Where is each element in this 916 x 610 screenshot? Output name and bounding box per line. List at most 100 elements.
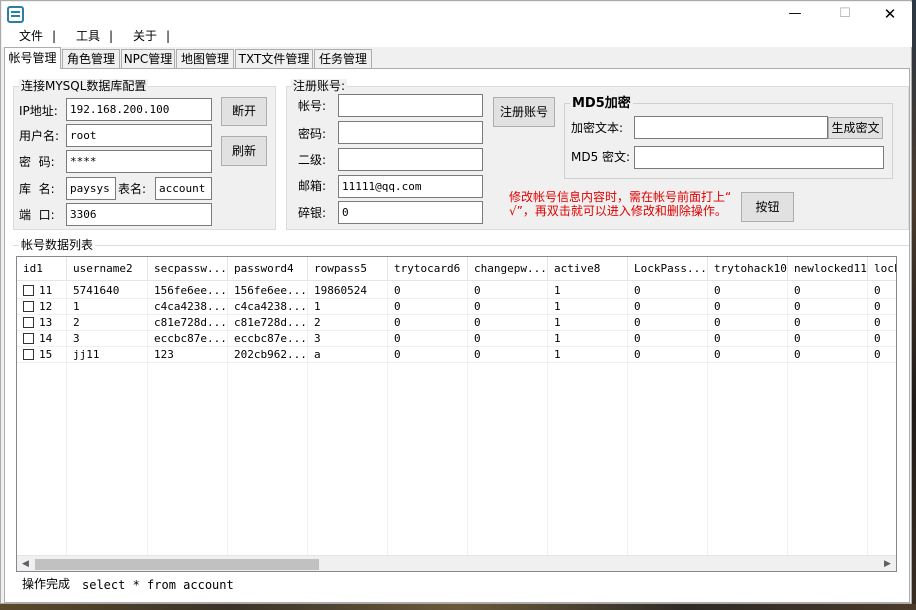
status-bar: 操作完成 select * from account (16, 574, 897, 594)
table-cell: 1 (73, 300, 80, 313)
desktop-background-bottom (0, 604, 916, 610)
table-cell: 0 (874, 348, 881, 361)
table-cell: 3 (314, 332, 321, 345)
table-cell: 0 (634, 300, 641, 313)
column-header[interactable]: secpassw... (148, 257, 228, 281)
pass-input[interactable]: **** (66, 150, 212, 173)
password-input[interactable] (338, 121, 483, 144)
hint-text-line1: 修改帐号信息内容时，需在帐号前面打上“ (509, 190, 732, 204)
column-header[interactable]: trytohack10 (708, 257, 788, 281)
table-cell: 0 (794, 284, 801, 297)
menu-separator: | (166, 29, 171, 43)
table-cell: 0 (714, 284, 721, 297)
table-cell: 5741640 (73, 284, 120, 297)
account-data-grid[interactable]: id1 username2 secpassw... password4 rowpass5… (16, 256, 897, 572)
table-cell: 156fe6ee... (234, 284, 307, 297)
table-label: 表名: (118, 182, 147, 196)
tab-task[interactable]: 任务管理 (314, 49, 372, 69)
column-header[interactable]: lock (868, 257, 896, 281)
menu-about[interactable]: 关于 (133, 28, 157, 45)
column-header[interactable]: username2 (67, 257, 148, 281)
menu-bar: 文件 | 工具 | 关于 | (2, 26, 912, 47)
ip-input[interactable]: 192.168.200.100 (66, 98, 212, 121)
table-cell: 0 (394, 348, 401, 361)
hint-text-line2: √”，再双击就可以进入修改和删除操作。 (509, 204, 727, 218)
scroll-thumb[interactable] (35, 559, 319, 570)
table-cell: 14 (39, 332, 53, 345)
tab-npc[interactable]: NPC管理 (121, 49, 175, 69)
column-header[interactable]: rowpass5 (308, 257, 388, 281)
account-input[interactable] (338, 94, 483, 117)
email-input[interactable]: 11111@qq.com (338, 175, 483, 198)
silver-input[interactable]: 0 (338, 201, 483, 224)
table-cell: 0 (714, 316, 721, 329)
table-cell: 0 (874, 332, 881, 345)
close-button[interactable]: ✕ (867, 2, 913, 26)
horizontal-scrollbar[interactable]: ◀ ▶ (17, 555, 896, 571)
column-header[interactable]: newlocked11 (788, 257, 868, 281)
column-header[interactable]: password4 (228, 257, 308, 281)
tab-account[interactable]: 帐号管理 (4, 47, 61, 69)
table-cell: 3 (73, 332, 80, 345)
table-cell: 0 (714, 300, 721, 313)
column-header[interactable]: id1 (17, 257, 67, 281)
tab-map[interactable]: 地图管理 (176, 49, 234, 69)
table-cell: 0 (874, 316, 881, 329)
table-cell: 0 (394, 300, 401, 313)
table-input[interactable]: account (155, 177, 212, 200)
md5-cipher-label: MD5 密文: (571, 150, 631, 164)
table-row[interactable]: 13 2 c81e728d... c81e728d... 2 0 0 1 0 0 0 0 (17, 315, 896, 331)
plain-text-input[interactable] (634, 116, 828, 139)
tab-role[interactable]: 角色管理 (62, 49, 120, 69)
title-bar: — ☐ ✕ (2, 2, 912, 26)
table-cell: eccbc87e... (234, 332, 307, 345)
user-input[interactable]: root (66, 124, 212, 147)
second-pass-input[interactable] (338, 148, 483, 171)
scroll-left-icon[interactable]: ◀ (17, 556, 34, 571)
column-header[interactable]: active8 (548, 257, 628, 281)
table-row[interactable]: 15 jj11 123 202cb962... a 0 0 1 0 0 0 0 (17, 347, 896, 363)
second-pass-label: 二级: (298, 153, 327, 167)
table-cell: 1 (554, 348, 561, 361)
grid-group-border (13, 245, 909, 246)
table-cell: 0 (794, 300, 801, 313)
table-cell: c4ca4238... (154, 300, 227, 313)
table-cell: 0 (474, 284, 481, 297)
table-cell: 0 (394, 284, 401, 297)
table-cell: 1 (314, 300, 321, 313)
register-button[interactable]: 注册账号 (493, 97, 555, 127)
table-row[interactable]: 12 1 c4ca4238... c4ca4238... 1 0 0 1 0 0 0 0 (17, 299, 896, 315)
column-header[interactable]: trytocard6 (388, 257, 468, 281)
generate-cipher-button[interactable]: 生成密文 (828, 117, 883, 139)
table-cell: 0 (634, 284, 641, 297)
maximize-button[interactable]: ☐ (822, 2, 868, 26)
table-cell: 2 (73, 316, 80, 329)
md5-cipher-output[interactable] (634, 146, 884, 169)
minimize-button[interactable]: — (772, 2, 818, 26)
db-input[interactable]: paysys (66, 177, 116, 200)
column-header[interactable]: changepw... (468, 257, 548, 281)
menu-tools[interactable]: 工具 (76, 28, 100, 45)
table-cell: a (314, 348, 321, 361)
menu-file[interactable]: 文件 (19, 28, 43, 45)
table-cell: 0 (874, 300, 881, 313)
table-cell: c4ca4238... (234, 300, 307, 313)
table-cell: 0 (714, 348, 721, 361)
scroll-right-icon[interactable]: ▶ (879, 556, 896, 571)
table-cell: c81e728d... (234, 316, 307, 329)
grid-header: id1 username2 secpassw... password4 rowpass5… (17, 257, 896, 281)
tab-txt[interactable]: TXT文件管理 (235, 49, 313, 69)
tab-bar: 帐号管理 角色管理 NPC管理 地图管理 TXT文件管理 任务管理 (2, 47, 912, 69)
table-row[interactable]: 14 3 eccbc87e... eccbc87e... 3 0 0 1 0 0 0 0 (17, 331, 896, 347)
pass-label: 密 码: (19, 155, 55, 169)
table-row[interactable]: 11 5741640 156fe6ee... 156fe6ee... 19860524 0… (17, 283, 896, 299)
refresh-button[interactable]: 刷新 (221, 136, 267, 166)
port-input[interactable]: 3306 (66, 203, 212, 226)
desktop-background-right (912, 0, 916, 610)
disconnect-button[interactable]: 断开 (221, 97, 267, 126)
table-cell: 0 (634, 348, 641, 361)
grid-title: 帐号数据列表 (19, 238, 96, 252)
column-header[interactable]: LockPass... (628, 257, 708, 281)
action-button[interactable]: 按钮 (741, 192, 794, 222)
table-cell: 15 (39, 348, 53, 361)
